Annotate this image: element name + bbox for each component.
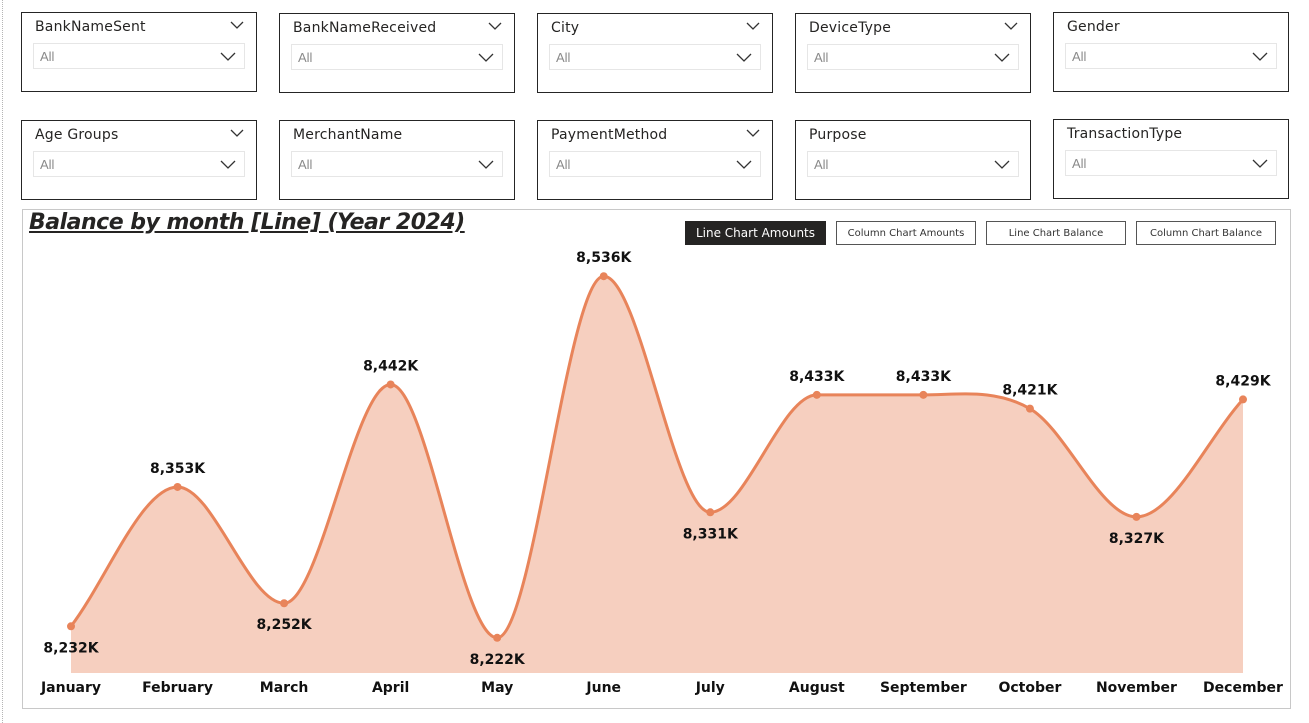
area-fill bbox=[71, 276, 1243, 673]
slicer-dropdown[interactable]: All bbox=[33, 43, 245, 69]
slicer-selected-value: All bbox=[556, 50, 571, 65]
data-label: 8,222K bbox=[470, 652, 526, 668]
slicer-dropdown[interactable]: All bbox=[291, 44, 503, 70]
slicer-bank-name-received[interactable]: BankNameReceived All bbox=[279, 13, 515, 93]
chevron-down-icon[interactable] bbox=[488, 21, 502, 31]
data-label: 8,252K bbox=[257, 617, 313, 633]
x-tick-label: April bbox=[372, 680, 409, 696]
x-tick-label: October bbox=[998, 680, 1061, 696]
chevron-down-icon bbox=[220, 160, 236, 169]
slicer-selected-value: All bbox=[1072, 156, 1087, 171]
data-point[interactable] bbox=[386, 380, 395, 389]
chevron-down-icon[interactable] bbox=[1004, 21, 1018, 31]
chevron-down-icon bbox=[994, 160, 1010, 169]
slicer-dropdown[interactable]: All bbox=[549, 44, 761, 70]
x-tick-label: January bbox=[40, 680, 101, 696]
data-label: 8,429K bbox=[1215, 373, 1271, 389]
chevron-down-icon bbox=[220, 52, 236, 61]
x-tick-label: November bbox=[1096, 680, 1177, 696]
data-point[interactable] bbox=[812, 390, 821, 399]
data-label: 8,327K bbox=[1109, 531, 1165, 547]
slicer-purpose[interactable]: Purpose All bbox=[795, 120, 1031, 200]
chevron-down-icon bbox=[478, 160, 494, 169]
slicer-selected-value: All bbox=[1072, 49, 1087, 64]
slicer-title: PaymentMethod bbox=[551, 127, 668, 143]
x-tick-label: August bbox=[789, 680, 845, 696]
slicer-selected-value: All bbox=[40, 49, 55, 64]
data-point[interactable] bbox=[919, 390, 928, 399]
chevron-down-icon bbox=[736, 160, 752, 169]
slicer-title: Age Groups bbox=[35, 127, 119, 143]
data-point[interactable] bbox=[173, 482, 182, 491]
slicer-dropdown[interactable]: All bbox=[291, 151, 503, 177]
chevron-down-icon[interactable] bbox=[230, 20, 244, 30]
chevron-down-icon bbox=[1252, 52, 1268, 61]
slicer-selected-value: All bbox=[814, 157, 829, 172]
chevron-down-icon[interactable] bbox=[746, 128, 760, 138]
slicer-transaction-type[interactable]: TransactionType All bbox=[1053, 119, 1289, 199]
data-label: 8,353K bbox=[150, 461, 206, 477]
slicer-city[interactable]: City All bbox=[537, 13, 773, 93]
slicer-bank-name-sent[interactable]: BankNameSent All bbox=[21, 12, 257, 92]
chevron-down-icon bbox=[994, 53, 1010, 62]
chart-visual: Balance by month [Line] (Year 2024) Line… bbox=[22, 209, 1291, 709]
x-tick-label: March bbox=[260, 680, 309, 696]
slicer-title: DeviceType bbox=[809, 20, 892, 36]
data-point[interactable] bbox=[1132, 512, 1141, 521]
x-tick-label: June bbox=[585, 680, 621, 696]
balance-area-chart: 8,232K January 8,353K February 8,252K March 8,… bbox=[40, 250, 1283, 696]
slicer-title: BankNameReceived bbox=[293, 20, 437, 36]
data-point[interactable] bbox=[599, 272, 608, 281]
slicer-title: Gender bbox=[1067, 19, 1120, 35]
slicer-title: Purpose bbox=[809, 127, 867, 143]
x-tick-label: December bbox=[1203, 680, 1283, 696]
data-label: 8,433K bbox=[896, 369, 952, 385]
data-point[interactable] bbox=[1025, 404, 1034, 413]
slicer-age-groups[interactable]: Age Groups All bbox=[21, 120, 257, 200]
slicer-gender[interactable]: Gender All bbox=[1053, 12, 1289, 92]
slicer-selected-value: All bbox=[40, 157, 55, 172]
chevron-down-icon[interactable] bbox=[746, 21, 760, 31]
chevron-down-icon bbox=[1252, 159, 1268, 168]
x-tick-label: February bbox=[142, 680, 213, 696]
slicer-selected-value: All bbox=[298, 157, 313, 172]
slicer-dropdown[interactable]: All bbox=[549, 151, 761, 177]
slicer-merchant-name[interactable]: MerchantName All bbox=[279, 120, 515, 200]
data-label: 8,331K bbox=[683, 526, 739, 542]
data-point[interactable] bbox=[706, 508, 715, 517]
slicer-title: TransactionType bbox=[1067, 126, 1183, 142]
data-point[interactable] bbox=[67, 622, 75, 631]
data-label: 8,536K bbox=[576, 250, 632, 266]
data-point[interactable] bbox=[1239, 395, 1247, 404]
page-frame-line bbox=[2, 0, 3, 723]
slicer-dropdown[interactable]: All bbox=[1065, 43, 1277, 69]
slicer-device-type[interactable]: DeviceType All bbox=[795, 13, 1031, 93]
data-label: 8,232K bbox=[43, 640, 99, 656]
chevron-down-icon bbox=[478, 53, 494, 62]
slicer-title: City bbox=[551, 20, 580, 36]
x-tick-label: September bbox=[880, 680, 967, 696]
data-point[interactable] bbox=[280, 599, 289, 608]
data-label: 8,442K bbox=[363, 358, 419, 374]
x-tick-label: July bbox=[695, 680, 725, 696]
slicer-title: MerchantName bbox=[293, 127, 403, 143]
slicer-dropdown[interactable]: All bbox=[807, 44, 1019, 70]
x-tick-label: May bbox=[481, 680, 513, 696]
slicer-selected-value: All bbox=[814, 50, 829, 65]
slicer-dropdown[interactable]: All bbox=[33, 151, 245, 177]
data-label: 8,433K bbox=[789, 369, 845, 385]
slicer-dropdown[interactable]: All bbox=[1065, 150, 1277, 176]
data-point[interactable] bbox=[493, 633, 502, 642]
chevron-down-icon bbox=[736, 53, 752, 62]
slicer-title: BankNameSent bbox=[35, 19, 146, 35]
slicer-selected-value: All bbox=[298, 50, 313, 65]
slicer-payment-method[interactable]: PaymentMethod All bbox=[537, 120, 773, 200]
slicer-selected-value: All bbox=[556, 157, 571, 172]
chevron-down-icon[interactable] bbox=[230, 128, 244, 138]
slicer-dropdown[interactable]: All bbox=[807, 151, 1019, 177]
data-label: 8,421K bbox=[1002, 383, 1058, 399]
